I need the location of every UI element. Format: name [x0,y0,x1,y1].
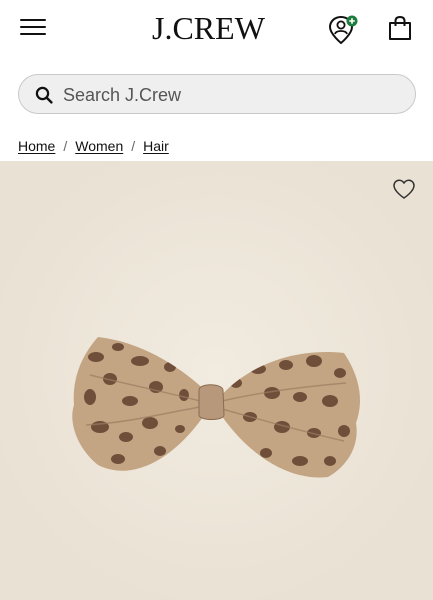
leopard-bow-image [0,161,433,600]
breadcrumb-hair-link[interactable]: Hair [143,138,169,154]
breadcrumb-women-link[interactable]: Women [75,138,123,154]
heart-icon[interactable] [392,178,416,200]
breadcrumb-separator: / [131,138,136,154]
search-icon [35,86,53,104]
breadcrumb: Home / Women / Hair [18,136,169,156]
shopping-bag-icon[interactable] [386,14,414,42]
breadcrumb-separator: / [63,138,68,154]
breadcrumb-home-link[interactable]: Home [18,138,55,154]
account-location-icon[interactable] [326,14,360,46]
search-bar[interactable] [18,74,416,114]
product-image[interactable] [0,161,433,600]
jcrew-logo[interactable]: J.CREW [152,8,265,48]
hamburger-menu-icon[interactable] [20,17,48,37]
search-input[interactable] [63,81,393,109]
site-header: J.CREW [0,0,433,62]
